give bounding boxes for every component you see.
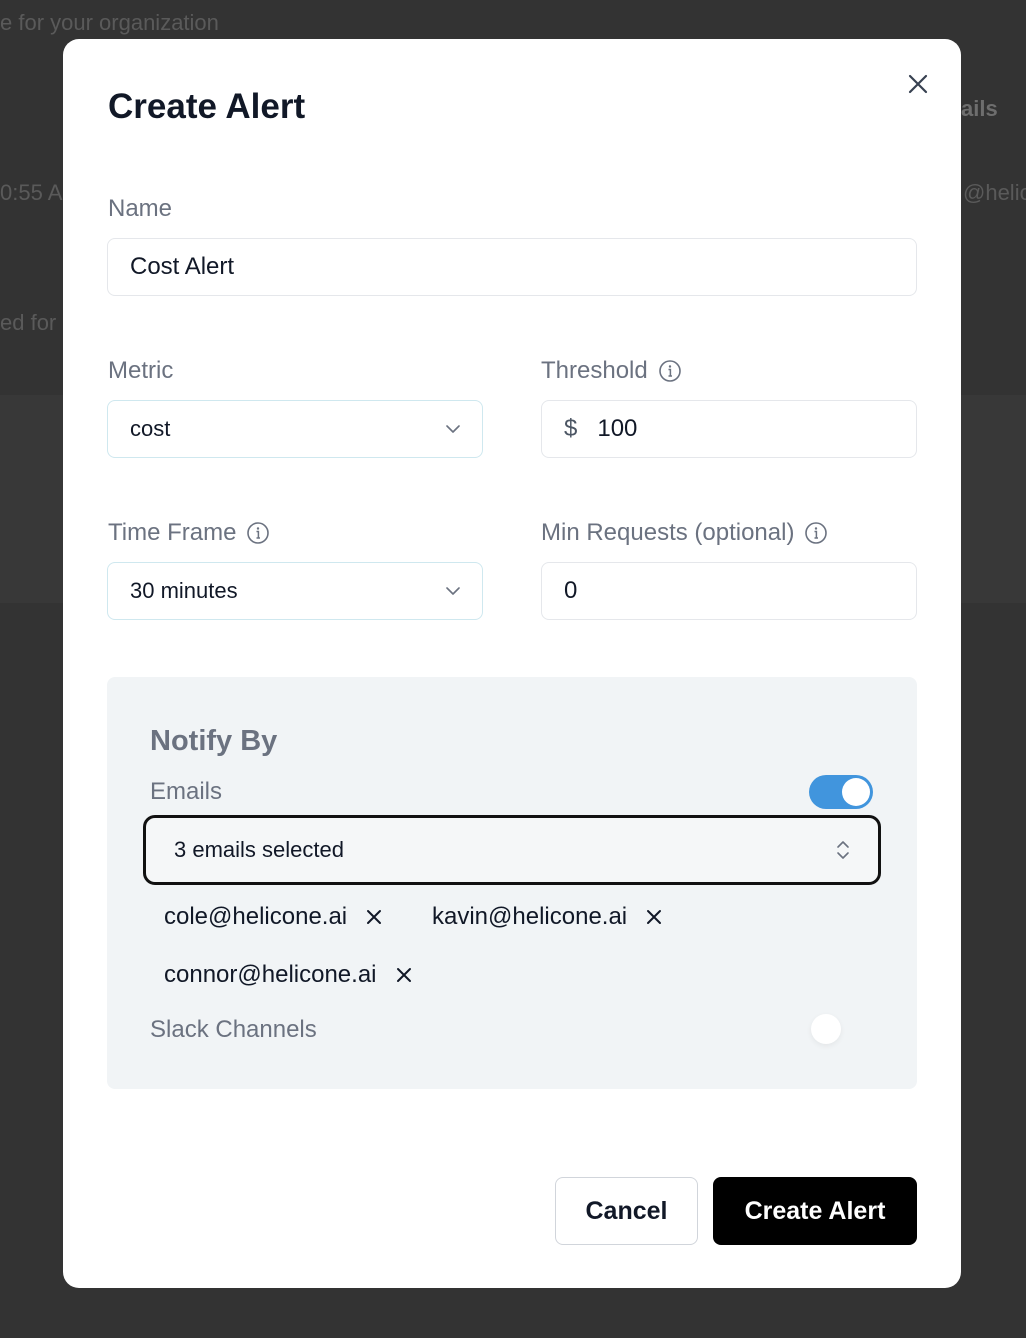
metric-label: Metric	[108, 357, 173, 385]
metric-select[interactable]: cost	[107, 400, 483, 458]
threshold-label: Threshold	[541, 357, 682, 385]
min-requests-label: Min Requests (optional)	[541, 519, 828, 547]
email-chip: connor@helicone.ai	[164, 961, 413, 989]
email-chip: cole@helicone.ai	[164, 903, 383, 931]
emails-toggle[interactable]	[809, 775, 873, 809]
create-alert-modal: Create Alert Name Cost Alert Metric cost…	[63, 39, 961, 1288]
time-frame-select[interactable]: 30 minutes	[107, 562, 483, 620]
email-chip: kavin@helicone.ai	[432, 903, 663, 931]
email-chip-label: connor@helicone.ai	[164, 961, 377, 988]
metric-label-text: Metric	[108, 357, 174, 384]
time-frame-label-text: Time Frame	[108, 519, 237, 546]
min-requests-label-text: Min Requests (optional)	[541, 519, 795, 546]
chevron-down-icon	[446, 424, 460, 433]
create-alert-button-label: Create Alert	[744, 1196, 886, 1225]
metric-select-value: cost	[130, 416, 171, 441]
toggle-knob	[842, 778, 870, 806]
chevron-down-icon	[446, 586, 460, 595]
info-icon[interactable]	[804, 521, 828, 545]
background-column-header: ails	[961, 96, 998, 121]
emails-select-value: 3 emails selected	[174, 837, 344, 862]
close-button[interactable]	[901, 67, 935, 101]
background-time: 0:55 A	[0, 180, 63, 205]
remove-email-icon[interactable]	[645, 908, 663, 926]
min-requests-input[interactable]: 0	[541, 562, 917, 620]
emails-label: Emails	[150, 778, 223, 805]
email-chip-label: cole@helicone.ai	[164, 903, 348, 930]
background-subtitle: e for your organization	[0, 10, 219, 35]
remove-email-icon[interactable]	[395, 966, 413, 984]
name-input[interactable]: Cost Alert	[107, 238, 917, 296]
remove-email-icon[interactable]	[365, 908, 383, 926]
time-frame-select-value: 30 minutes	[130, 578, 238, 603]
slack-channels-label: Slack Channels	[150, 1016, 317, 1043]
threshold-input[interactable]: $ 100	[541, 400, 917, 458]
background-text: ed for	[0, 310, 57, 335]
notify-by-panel: Notify By Emails 3 emails selected cole@…	[107, 677, 917, 1089]
cancel-button-label: Cancel	[585, 1196, 668, 1225]
slack-channels-toggle[interactable]	[811, 1014, 841, 1044]
name-label-text: Name	[108, 195, 173, 222]
chevron-up-down-icon	[837, 841, 849, 859]
close-icon	[908, 74, 928, 94]
threshold-label-text: Threshold	[541, 357, 648, 384]
notify-by-title: Notify By	[150, 725, 278, 757]
modal-title: Create Alert	[108, 87, 306, 126]
name-label: Name	[108, 195, 172, 223]
cancel-button[interactable]: Cancel	[555, 1177, 698, 1245]
info-icon[interactable]	[246, 521, 270, 545]
min-requests-input-value: 0	[564, 577, 578, 604]
currency-symbol: $	[564, 415, 578, 442]
email-chip-label: kavin@helicone.ai	[432, 903, 628, 930]
threshold-input-value: 100	[597, 415, 638, 442]
emails-multi-select[interactable]: 3 emails selected	[143, 815, 881, 885]
background-email: @helic	[963, 180, 1026, 205]
create-alert-button[interactable]: Create Alert	[713, 1177, 917, 1245]
time-frame-label: Time Frame	[108, 519, 270, 547]
name-input-value: Cost Alert	[130, 253, 235, 280]
info-icon[interactable]	[658, 359, 682, 383]
